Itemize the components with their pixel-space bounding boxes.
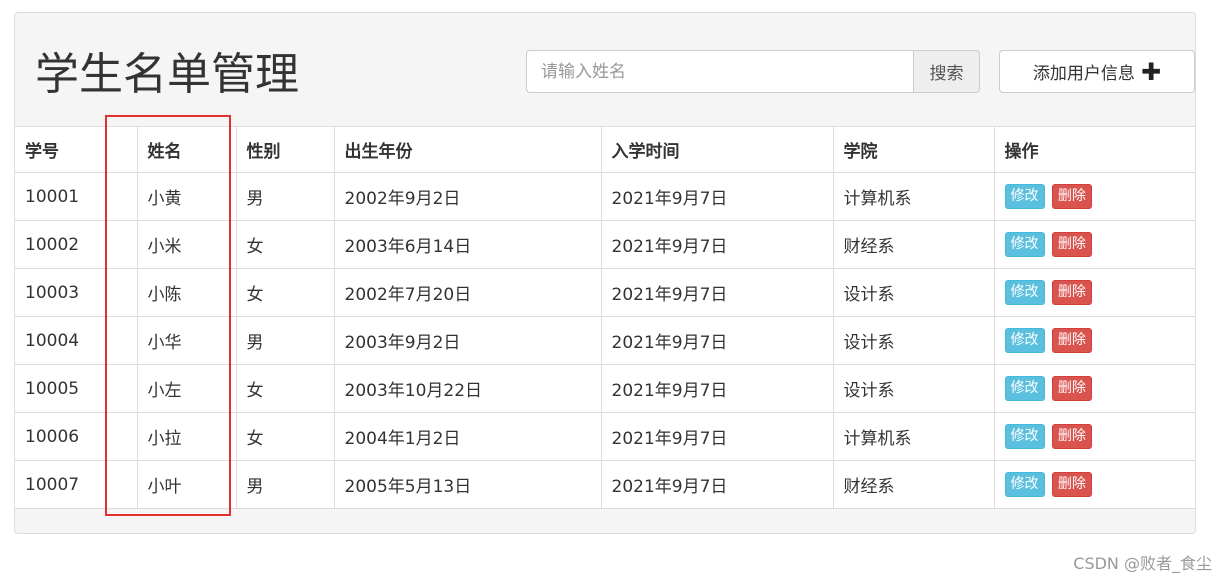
- delete-button[interactable]: 删除: [1051, 376, 1092, 401]
- cell-id: 10006: [15, 412, 107, 461]
- plus-icon: ✚: [1140, 57, 1162, 86]
- cell-actions: 修改 删除: [993, 364, 1195, 413]
- cell-enroll: 2021年9月7日: [600, 268, 834, 317]
- cell-id: 10004: [15, 316, 107, 365]
- cell-enroll: 2021年9月7日: [600, 412, 834, 461]
- watermark: CSDN @败者_食尘: [1073, 554, 1212, 573]
- cell-gender: 女: [235, 412, 335, 461]
- cell-gender: 男: [235, 172, 335, 221]
- column-header-college: 学院: [832, 126, 995, 173]
- cell-actions: 修改 删除: [993, 460, 1195, 509]
- column-header-id: 学号: [15, 126, 107, 173]
- delete-button[interactable]: 删除: [1051, 472, 1092, 497]
- add-user-label: 添加用户信息: [1032, 64, 1135, 84]
- delete-button[interactable]: 删除: [1051, 280, 1092, 305]
- cell-enroll: 2021年9月7日: [600, 220, 834, 269]
- student-panel: 学生名单管理 搜索 添加用户信息 ✚ 学号 姓名 性别: [14, 12, 1196, 534]
- cell-college: 计算机系: [832, 412, 995, 461]
- cell-actions: 修改 删除: [993, 172, 1195, 221]
- cell-name: 小陈: [136, 268, 237, 317]
- cell-actions: 修改 删除: [993, 316, 1195, 365]
- table-row: 10001 小黄 男 2002年9月2日 2021年9月7日 计算机系 修改 删…: [15, 172, 1195, 221]
- table-row: 10007 小叶 男 2005年5月13日 2021年9月7日 财经系 修改 删…: [15, 460, 1195, 509]
- cell-actions: 修改 删除: [993, 220, 1195, 269]
- column-header-actions: 操作: [993, 126, 1195, 173]
- cell-birth: 2003年10月22日: [333, 364, 602, 413]
- table-header-row: 学号 姓名 性别 出生年份 入学时间 学院 操作: [15, 126, 1195, 173]
- cell-enroll: 2021年9月7日: [600, 460, 834, 509]
- cell-blank: [105, 364, 138, 413]
- cell-gender: 女: [235, 268, 335, 317]
- cell-id: 10003: [15, 268, 107, 317]
- cell-name: 小黄: [136, 172, 237, 221]
- cell-id: 10001: [15, 172, 107, 221]
- delete-button[interactable]: 删除: [1051, 232, 1092, 257]
- cell-name: 小拉: [136, 412, 237, 461]
- cell-birth: 2005年5月13日: [333, 460, 602, 509]
- cell-enroll: 2021年9月7日: [600, 364, 834, 413]
- cell-id: 10007: [15, 460, 107, 509]
- table-row: 10006 小拉 女 2004年1月2日 2021年9月7日 计算机系 修改 删…: [15, 412, 1195, 461]
- cell-name: 小米: [136, 220, 237, 269]
- cell-college: 设计系: [832, 268, 995, 317]
- edit-button[interactable]: 修改: [1004, 424, 1045, 449]
- column-header-blank: [105, 126, 138, 173]
- cell-id: 10002: [15, 220, 107, 269]
- edit-button[interactable]: 修改: [1004, 232, 1045, 257]
- cell-name: 小左: [136, 364, 237, 413]
- cell-college: 设计系: [832, 364, 995, 413]
- table-row: 10003 小陈 女 2002年7月20日 2021年9月7日 设计系 修改 删…: [15, 268, 1195, 317]
- delete-button[interactable]: 删除: [1051, 328, 1092, 353]
- cell-birth: 2004年1月2日: [333, 412, 602, 461]
- cell-enroll: 2021年9月7日: [600, 172, 834, 221]
- student-table: 学号 姓名 性别 出生年份 入学时间 学院 操作 10001 小黄 男 2002…: [15, 126, 1195, 509]
- cell-gender: 女: [235, 220, 335, 269]
- table-row: 10004 小华 男 2003年9月2日 2021年9月7日 设计系 修改 删除: [15, 316, 1195, 365]
- edit-button[interactable]: 修改: [1004, 472, 1045, 497]
- edit-button[interactable]: 修改: [1004, 184, 1045, 209]
- cell-id: 10005: [15, 364, 107, 413]
- add-user-button[interactable]: 添加用户信息 ✚: [999, 50, 1195, 93]
- page-title: 学生名单管理: [35, 49, 299, 100]
- cell-name: 小叶: [136, 460, 237, 509]
- cell-birth: 2002年7月20日: [333, 268, 602, 317]
- cell-blank: [105, 268, 138, 317]
- delete-button[interactable]: 删除: [1051, 184, 1092, 209]
- cell-enroll: 2021年9月7日: [600, 316, 834, 365]
- search-button[interactable]: 搜索: [913, 50, 980, 93]
- column-header-birth: 出生年份: [333, 126, 602, 173]
- cell-college: 财经系: [832, 220, 995, 269]
- cell-blank: [105, 220, 138, 269]
- cell-actions: 修改 删除: [993, 268, 1195, 317]
- search-group: 搜索: [526, 50, 980, 93]
- cell-birth: 2003年9月2日: [333, 316, 602, 365]
- cell-birth: 2002年9月2日: [333, 172, 602, 221]
- table-row: 10002 小米 女 2003年6月14日 2021年9月7日 财经系 修改 删…: [15, 220, 1195, 269]
- edit-button[interactable]: 修改: [1004, 328, 1045, 353]
- search-input[interactable]: [526, 50, 913, 93]
- cell-blank: [105, 460, 138, 509]
- column-header-enroll: 入学时间: [600, 126, 834, 173]
- column-header-gender: 性别: [235, 126, 335, 173]
- cell-actions: 修改 删除: [993, 412, 1195, 461]
- cell-blank: [105, 412, 138, 461]
- cell-college: 设计系: [832, 316, 995, 365]
- table-row: 10005 小左 女 2003年10月22日 2021年9月7日 设计系 修改 …: [15, 364, 1195, 413]
- cell-gender: 男: [235, 460, 335, 509]
- cell-birth: 2003年6月14日: [333, 220, 602, 269]
- delete-button[interactable]: 删除: [1051, 424, 1092, 449]
- panel-header: 学生名单管理 搜索 添加用户信息 ✚: [15, 13, 1195, 126]
- column-header-name: 姓名: [136, 126, 237, 173]
- cell-name: 小华: [136, 316, 237, 365]
- cell-college: 财经系: [832, 460, 995, 509]
- cell-gender: 男: [235, 316, 335, 365]
- edit-button[interactable]: 修改: [1004, 376, 1045, 401]
- cell-blank: [105, 172, 138, 221]
- cell-gender: 女: [235, 364, 335, 413]
- cell-college: 计算机系: [832, 172, 995, 221]
- edit-button[interactable]: 修改: [1004, 280, 1045, 305]
- cell-blank: [105, 316, 138, 365]
